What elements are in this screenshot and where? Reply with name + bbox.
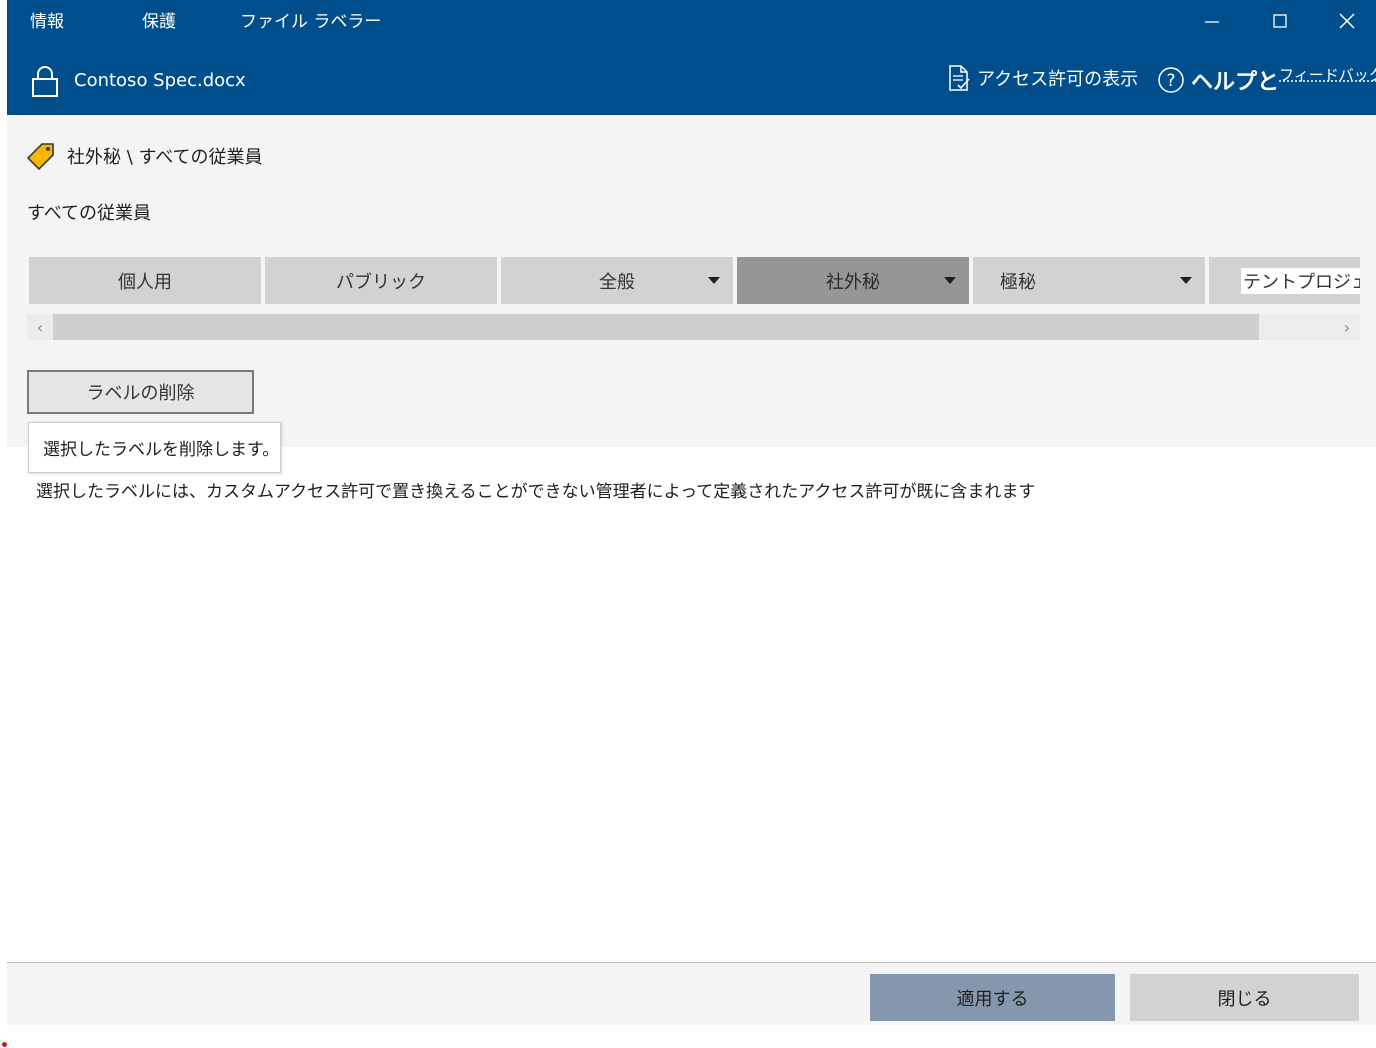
scroll-thumb[interactable] bbox=[53, 314, 1259, 340]
label-panel: 社外秘 \ すべての従業員 すべての従業員 個人用 パブリック 全般 社外秘 極… bbox=[7, 115, 1376, 447]
lock-icon bbox=[32, 66, 58, 97]
close-button[interactable]: 閉じる bbox=[1130, 974, 1359, 1021]
dropdown-caret-icon[interactable] bbox=[1180, 277, 1192, 284]
dropdown-caret-icon[interactable] bbox=[708, 277, 720, 284]
label-button-confidential[interactable]: 社外秘 bbox=[737, 257, 969, 304]
marker-dot bbox=[2, 1042, 7, 1047]
label-button-text: パブリック bbox=[336, 271, 426, 293]
menu-info[interactable]: 情報 bbox=[30, 7, 64, 32]
help-label: ヘルプと bbox=[1191, 70, 1280, 95]
apply-button[interactable]: 適用する bbox=[870, 974, 1115, 1021]
permissions-notice: 選択したラベルには、カスタムアクセス許可で置き換えることができない管理者によって… bbox=[36, 482, 1036, 502]
scroll-left-icon[interactable]: ‹ bbox=[27, 314, 53, 340]
current-label: 社外秘 \ すべての従業員 bbox=[27, 142, 263, 170]
remove-label-text: ラベルの削除 bbox=[86, 383, 195, 404]
label-button-text: 極秘 bbox=[1000, 271, 1036, 293]
maximize-button[interactable] bbox=[1257, 6, 1303, 36]
help-link[interactable]: ? ヘルプと bbox=[1157, 64, 1279, 96]
scroll-right-icon[interactable]: › bbox=[1334, 314, 1360, 340]
label-button-personal[interactable]: 個人用 bbox=[29, 257, 261, 304]
label-button-text: 個人用 bbox=[118, 271, 172, 293]
document-check-icon bbox=[949, 65, 970, 91]
label-strip-scrollbar[interactable]: ‹ › bbox=[27, 314, 1360, 340]
label-button-text: 全般 bbox=[599, 271, 635, 293]
view-permissions-link[interactable]: アクセス許可の表示 bbox=[947, 64, 1138, 92]
dropdown-caret-icon[interactable] bbox=[944, 277, 956, 284]
menu-file-labeler[interactable]: ファイル ラベラー bbox=[240, 7, 381, 32]
label-button-text: 社外秘 bbox=[826, 271, 880, 293]
question-circle-icon: ? bbox=[1158, 67, 1184, 93]
label-button-text: テントプロジェクト bbox=[1241, 267, 1360, 294]
title-bar: 情報 保護 ファイル ラベラー Contoso Spec.docx アクセス許可… bbox=[7, 0, 1376, 115]
label-button-strip: 個人用 パブリック 全般 社外秘 極秘 テントプロジェクト bbox=[29, 257, 1360, 305]
feedback-link[interactable]: フィードバック bbox=[1279, 64, 1376, 85]
label-button-tent-project[interactable]: テントプロジェクト bbox=[1209, 257, 1360, 304]
footer-bar: 適用する 閉じる bbox=[7, 963, 1376, 1025]
label-description: すべての従業員 bbox=[27, 203, 152, 224]
remove-label-tooltip: 選択したラベルを削除します。 bbox=[28, 422, 281, 473]
remove-label-button[interactable]: ラベルの削除 bbox=[27, 370, 254, 414]
label-button-highly-confidential[interactable]: 極秘 bbox=[973, 257, 1205, 304]
window-close-button[interactable] bbox=[1324, 6, 1370, 36]
label-button-general[interactable]: 全般 bbox=[501, 257, 733, 304]
file-name: Contoso Spec.docx bbox=[74, 70, 246, 91]
menu-protect[interactable]: 保護 bbox=[142, 7, 176, 32]
minimize-icon bbox=[1205, 21, 1219, 23]
minimize-button[interactable] bbox=[1189, 6, 1235, 36]
svg-text:?: ? bbox=[1166, 71, 1175, 91]
label-path-text: 社外秘 \ すべての従業員 bbox=[67, 147, 263, 168]
close-icon bbox=[1339, 13, 1355, 29]
close-button-text: 閉じる bbox=[1217, 988, 1272, 1010]
view-permissions-label: アクセス許可の表示 bbox=[977, 69, 1139, 90]
tag-icon bbox=[27, 143, 54, 170]
maximize-icon bbox=[1273, 14, 1287, 28]
label-button-public[interactable]: パブリック bbox=[265, 257, 497, 304]
apply-button-text: 適用する bbox=[956, 988, 1029, 1010]
